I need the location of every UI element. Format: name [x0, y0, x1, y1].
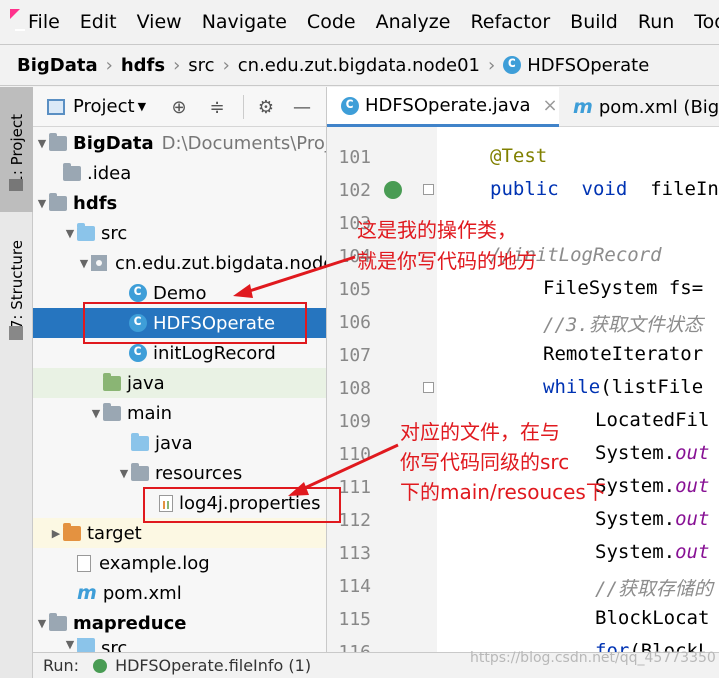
arrow-head-2 — [288, 482, 309, 496]
annotation-note-1-line-2: 就是你写代码的地方 — [357, 249, 537, 273]
annotation-note-2-line-2: 你写代码同级的src — [400, 450, 570, 474]
annotation-note-1-line-1: 这是我的操作类， — [357, 218, 517, 242]
arrow-line-1 — [239, 255, 356, 296]
watermark: https://blog.csdn.net/qq_45773350 — [470, 650, 716, 666]
annotation-note-2-line-3: 下的main/resouces下 — [400, 480, 606, 504]
annotation-note-2-line-1: 对应的文件，在与 — [400, 420, 560, 444]
arrow-line-2 — [295, 443, 399, 494]
arrow-head-1 — [233, 284, 253, 298]
annotation-arrows — [233, 255, 399, 496]
